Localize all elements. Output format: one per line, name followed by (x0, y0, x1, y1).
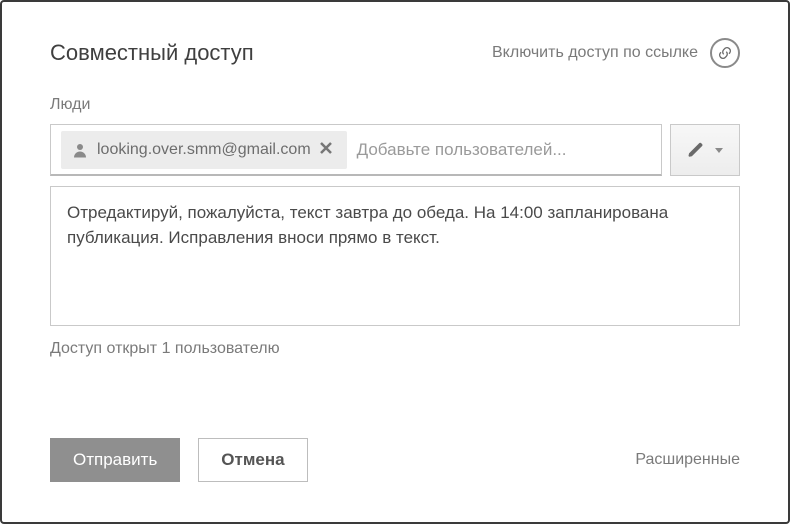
remove-chip-button[interactable] (319, 141, 337, 159)
chip-email: looking.over.smm@gmail.com (97, 141, 311, 159)
people-input[interactable]: looking.over.smm@gmail.com Добавьте поль… (50, 124, 662, 176)
people-label: Люди (50, 96, 740, 114)
enable-link-label: Включить доступ по ссылке (492, 44, 698, 62)
people-row: looking.over.smm@gmail.com Добавьте поль… (50, 124, 740, 176)
send-button[interactable]: Отправить (50, 438, 180, 482)
user-chip: looking.over.smm@gmail.com (61, 131, 347, 169)
enable-link-sharing[interactable]: Включить доступ по ссылке (492, 38, 740, 68)
cancel-button[interactable]: Отмена (198, 438, 307, 482)
dialog-footer: Отправить Отмена Расширенные (50, 408, 740, 482)
person-icon (71, 141, 89, 159)
chevron-down-icon (715, 148, 723, 153)
message-textarea[interactable] (50, 186, 740, 326)
pencil-icon (687, 141, 705, 159)
share-dialog: Совместный доступ Включить доступ по ссы… (0, 0, 790, 524)
dialog-header: Совместный доступ Включить доступ по ссы… (50, 38, 740, 68)
people-placeholder: Добавьте пользователей... (357, 140, 651, 160)
close-icon (319, 141, 333, 155)
advanced-link[interactable]: Расширенные (635, 451, 740, 469)
link-icon (710, 38, 740, 68)
dialog-title: Совместный доступ (50, 40, 254, 66)
permission-dropdown[interactable] (670, 124, 740, 176)
access-status: Доступ открыт 1 пользователю (50, 340, 740, 358)
